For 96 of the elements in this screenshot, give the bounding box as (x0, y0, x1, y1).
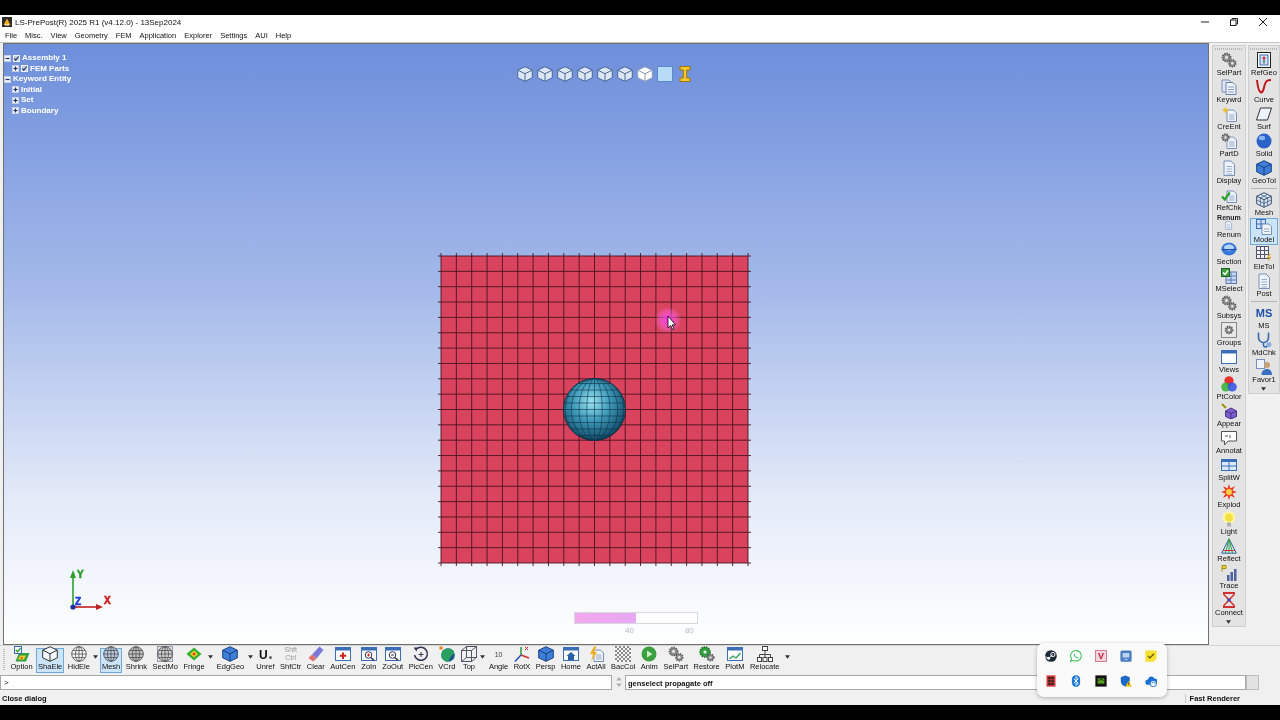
globe-icon (438, 645, 455, 662)
chip-tile-icon[interactable] (1095, 675, 1107, 687)
circle-logo-icon[interactable] (1045, 650, 1057, 662)
view-cube-icon[interactable] (617, 66, 633, 82)
plus-box-icon[interactable] (12, 107, 19, 115)
cut-shape-icon (1220, 241, 1237, 257)
view-cube-icon[interactable] (597, 66, 613, 82)
gears-icon (1220, 52, 1237, 68)
sphere-icon (1255, 133, 1272, 149)
caret-down-icon[interactable] (208, 655, 214, 659)
documents-icon (1220, 79, 1237, 95)
command-input[interactable]: > (0, 675, 612, 690)
surface-icon (1255, 106, 1272, 122)
cursor-icon (655, 307, 681, 333)
caret-down-icon[interactable] (1226, 620, 1232, 624)
zoom-in-icon (360, 645, 377, 662)
mesh-ball-icon (103, 645, 120, 662)
curve-icon (1255, 79, 1272, 95)
plus-box-icon[interactable] (12, 86, 19, 94)
plus-window-icon (334, 645, 351, 662)
view-cube-icon[interactable] (557, 66, 573, 82)
cube-icon (537, 645, 554, 662)
plus-box-icon[interactable] (12, 96, 19, 104)
dot-icon (268, 655, 272, 659)
stethoscope-icon (1255, 332, 1272, 348)
brush-icon (307, 645, 324, 662)
window-icon (1220, 349, 1237, 365)
view-cube-icon[interactable] (517, 66, 533, 82)
axis-label: Z (75, 596, 82, 607)
sphere-mesh (563, 378, 626, 441)
gears-icon (1220, 295, 1237, 311)
note-check-icon[interactable] (1145, 650, 1157, 662)
prism-icon (1220, 538, 1237, 554)
checkbox[interactable] (13, 54, 20, 62)
check-document-icon (1220, 187, 1237, 203)
cube-icon[interactable] (637, 66, 653, 82)
restore-icon[interactable] (1230, 18, 1238, 26)
view-cube-icon[interactable] (577, 66, 593, 82)
speech-bubble-icon (1220, 430, 1237, 446)
gear-tile-icon (1220, 322, 1237, 338)
rotate-target-icon (412, 645, 429, 662)
caret-down-icon[interactable] (480, 655, 486, 659)
chart-window-icon (726, 645, 743, 662)
axis-triad (70, 570, 103, 610)
axis-label: Y (77, 569, 84, 580)
minimize-icon[interactable] (1201, 18, 1209, 26)
cross-link-icon (1220, 592, 1237, 608)
model-icon (1255, 219, 1272, 235)
plus-box-icon[interactable] (12, 65, 19, 73)
cube-icon (1255, 160, 1272, 176)
close-icon[interactable] (1259, 18, 1267, 26)
document-icon (1224, 221, 1234, 230)
caret-down-icon[interactable] (1261, 387, 1267, 391)
checkered-icon (615, 645, 632, 662)
fringe-plot-icon (186, 645, 203, 662)
checkbox[interactable] (21, 65, 28, 73)
letter-tile[interactable]: V (1095, 650, 1107, 662)
document-icon (1220, 160, 1237, 176)
bluetooth-icon[interactable] (1070, 675, 1082, 687)
paint-cube-icon (1220, 403, 1237, 419)
document-icon (1255, 273, 1272, 289)
axes-icon (513, 645, 530, 662)
shield-warning-icon[interactable] (1120, 675, 1132, 687)
color-circles-icon (1220, 376, 1237, 392)
burst-icon (1220, 484, 1237, 500)
play-icon (641, 645, 658, 662)
scrollbar[interactable] (1246, 675, 1259, 690)
home-window-icon (562, 645, 579, 662)
hierarchy-icon (756, 645, 773, 662)
cloud-sync-icon[interactable] (1145, 675, 1157, 687)
frame-document-icon (1255, 52, 1272, 68)
cube-icon (222, 645, 239, 662)
minus-box-icon[interactable] (4, 54, 11, 62)
zoom-out-icon (384, 645, 401, 662)
window-title: LS-PrePost(R) 2025 R1 (v4.12.0) - 13Sep2024 (15, 17, 182, 27)
axis-label: X (104, 595, 111, 606)
star-document-icon (1220, 106, 1237, 122)
grid-tile-icon[interactable] (1045, 675, 1057, 687)
mesh-cube-icon (1255, 192, 1272, 208)
grid-icon (1255, 246, 1272, 262)
gear-document-icon (1220, 133, 1237, 149)
view-cube-icon[interactable] (537, 66, 553, 82)
check-grid-icon (1220, 268, 1237, 284)
light-bulb-icon (1220, 511, 1237, 527)
minus-box-icon[interactable] (4, 75, 11, 83)
monitor-tile-icon[interactable] (1120, 650, 1132, 662)
mesh-ball-icon (128, 645, 145, 662)
i-beam-icon[interactable] (677, 66, 693, 82)
caret-down-icon[interactable] (785, 655, 791, 659)
caret-down-icon[interactable] (247, 655, 253, 659)
caret-down-icon[interactable] (93, 655, 99, 659)
bar-chart-icon (1220, 565, 1237, 581)
wire-cube-icon (460, 645, 477, 662)
split-window-icon (1220, 457, 1237, 473)
check-surface-icon (13, 645, 30, 662)
person-document-icon (1255, 359, 1272, 375)
